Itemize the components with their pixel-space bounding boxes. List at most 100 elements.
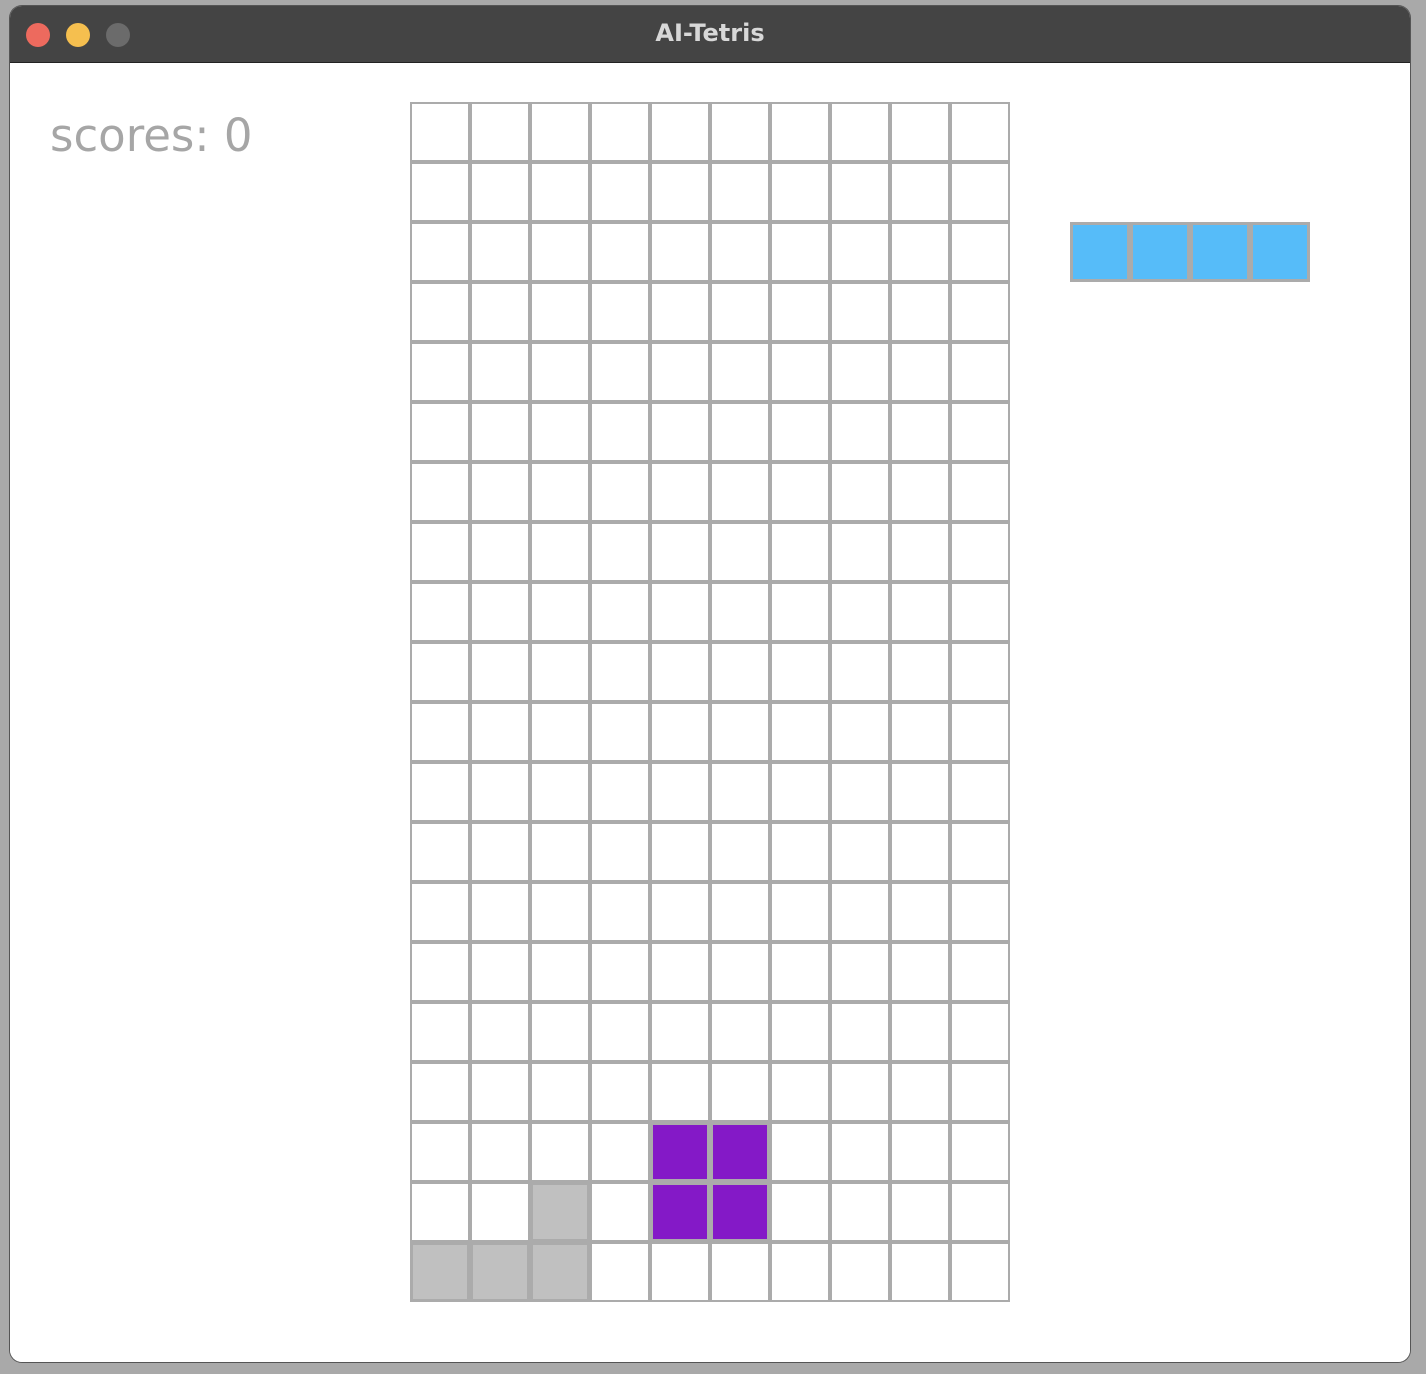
board-cell [950, 1242, 1010, 1302]
board-cell [590, 162, 650, 222]
board-cell [410, 942, 470, 1002]
board-cell [470, 1002, 530, 1062]
board-cell [530, 582, 590, 642]
board-cell [590, 1002, 650, 1062]
board-cell [590, 1062, 650, 1122]
close-dot-icon[interactable] [26, 23, 50, 47]
board-cell [410, 282, 470, 342]
board-cell [710, 102, 770, 162]
board-cell [530, 762, 590, 822]
board-cell [770, 1182, 830, 1242]
next-piece-block [1250, 222, 1310, 282]
board-cell [410, 1062, 470, 1122]
board-cell [470, 1062, 530, 1122]
board-cell [470, 702, 530, 762]
board-cell [950, 702, 1010, 762]
board-cell [890, 882, 950, 942]
board-cell [470, 342, 530, 402]
game-window: AI-Tetris scores: 0 [10, 6, 1410, 1362]
board-cell [890, 1002, 950, 1062]
board-cell [770, 942, 830, 1002]
board-cell [770, 882, 830, 942]
score-value: 0 [223, 109, 253, 162]
board-cell [830, 822, 890, 882]
board-cell [950, 942, 1010, 1002]
board-cell [650, 882, 710, 942]
board-cell [470, 582, 530, 642]
next-piece-block [1070, 222, 1130, 282]
board-cell [410, 522, 470, 582]
board-cell [770, 762, 830, 822]
title-bar: AI-Tetris [10, 6, 1410, 63]
board-cell [650, 522, 710, 582]
board-cell [710, 762, 770, 822]
board-cell [470, 222, 530, 282]
board-cell [770, 462, 830, 522]
board-cell [830, 402, 890, 462]
board-cell [890, 702, 950, 762]
board-cell [650, 642, 710, 702]
board-cell [890, 582, 950, 642]
board-cell [770, 1242, 830, 1302]
board-cell [410, 702, 470, 762]
board-cell [590, 1122, 650, 1182]
board-cell [650, 702, 710, 762]
board-cell [530, 282, 590, 342]
board-cell [890, 222, 950, 282]
board-cell [590, 342, 650, 402]
game-area: scores: 0 [10, 63, 1410, 1362]
board-cell [890, 942, 950, 1002]
board-cell [590, 882, 650, 942]
board-cell [650, 162, 710, 222]
board-cell [590, 582, 650, 642]
board-cell [890, 1182, 950, 1242]
board-cell [830, 762, 890, 822]
board-cell [470, 942, 530, 1002]
board-cell [890, 642, 950, 702]
board-cell [410, 882, 470, 942]
active-piece-block [710, 1182, 770, 1242]
board-cell [530, 1002, 590, 1062]
board-cell [410, 582, 470, 642]
board-cell [650, 462, 710, 522]
board-cell [770, 582, 830, 642]
next-piece-block [1190, 222, 1250, 282]
board-cell [950, 162, 1010, 222]
board-cell [710, 882, 770, 942]
board-cell [770, 342, 830, 402]
board-cell [950, 522, 1010, 582]
board-cell [830, 462, 890, 522]
board-cell [770, 702, 830, 762]
board-cell [830, 1062, 890, 1122]
board-cell [950, 462, 1010, 522]
minimize-dot-icon[interactable] [66, 23, 90, 47]
board-cell [650, 582, 710, 642]
board-cell [470, 822, 530, 882]
board-cell [590, 702, 650, 762]
board-cell [890, 1242, 950, 1302]
board-cell [950, 762, 1010, 822]
board-cell [530, 222, 590, 282]
board-cell [530, 522, 590, 582]
active-piece-block [710, 1122, 770, 1182]
board-cell [530, 162, 590, 222]
board-cell [410, 1002, 470, 1062]
board-cell [590, 642, 650, 702]
board-cell [890, 1062, 950, 1122]
board-cell [770, 1062, 830, 1122]
active-piece-block [650, 1182, 710, 1242]
board-cell [530, 102, 590, 162]
board-cell [710, 522, 770, 582]
board-cell [470, 522, 530, 582]
zoom-dot-icon[interactable] [106, 23, 130, 47]
board-cell [890, 762, 950, 822]
board-cell [890, 102, 950, 162]
board-cell [830, 1122, 890, 1182]
board-cell [890, 822, 950, 882]
board-cell [950, 642, 1010, 702]
board-cell [470, 462, 530, 522]
board-cell [470, 402, 530, 462]
board-cell [650, 1062, 710, 1122]
board-cell [770, 822, 830, 882]
board-cell [830, 282, 890, 342]
